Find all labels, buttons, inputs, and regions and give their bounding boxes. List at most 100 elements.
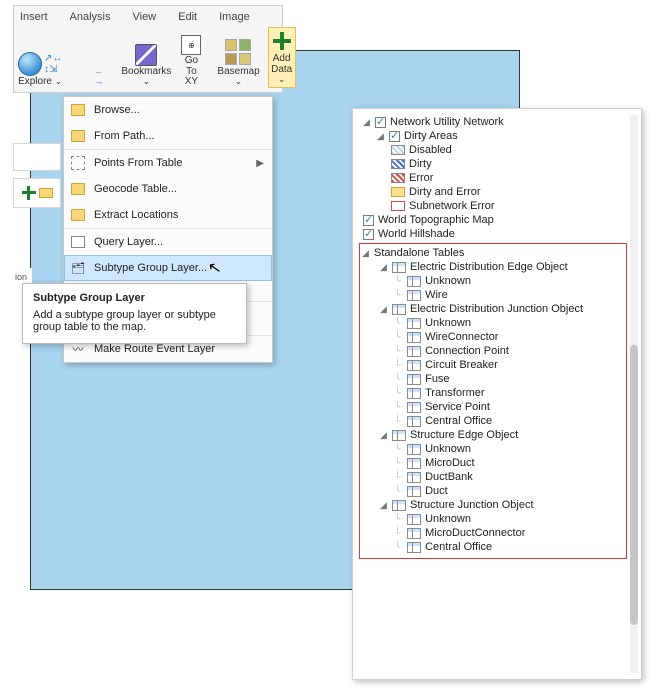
table-icon: [407, 458, 421, 469]
table-item[interactable]: └Transformer: [362, 386, 624, 400]
xy-icon: ⊕: [181, 35, 201, 55]
menu-from-path[interactable]: From Path...: [64, 123, 272, 149]
table-group[interactable]: ◢Electric Distribution Edge Object: [362, 260, 624, 274]
table-icon: [407, 360, 421, 371]
basemap-button[interactable]: Basemap⌄: [215, 38, 261, 88]
tab-view[interactable]: View: [130, 9, 158, 25]
table-item[interactable]: └Fuse: [362, 372, 624, 386]
checkbox[interactable]: [375, 117, 386, 128]
tab-edit[interactable]: Edit: [176, 9, 199, 25]
geocode-icon: [71, 183, 85, 195]
query-icon: [71, 236, 85, 248]
table-icon: [407, 346, 421, 357]
table-icon: [407, 388, 421, 399]
basemap-icon: [224, 38, 254, 66]
table-item[interactable]: └Unknown: [362, 512, 624, 526]
table-group[interactable]: ◢Structure Edge Object: [362, 428, 624, 442]
nav-back-forward[interactable]: ← →: [70, 66, 107, 88]
menu-extract-locations[interactable]: Extract Locations: [64, 202, 272, 228]
table-icon: [392, 262, 406, 273]
sym-disabled[interactable]: Disabled: [359, 143, 627, 157]
sym-dirty-and-error[interactable]: Dirty and Error: [359, 185, 627, 199]
table-group[interactable]: ◢Electric Distribution Junction Object: [362, 302, 624, 316]
folder-icon: [71, 130, 85, 142]
table-group[interactable]: ◢Structure Junction Object: [362, 498, 624, 512]
table-icon: [407, 444, 421, 455]
table-item[interactable]: └MicroDuctConnector: [362, 526, 624, 540]
table-item[interactable]: └Wire: [362, 288, 624, 302]
tooltip-title: Subtype Group Layer: [33, 292, 236, 304]
menu-query-layer[interactable]: Query Layer...: [64, 228, 272, 255]
tab-image[interactable]: Image: [217, 9, 252, 25]
table-icon: [407, 514, 421, 525]
table-item[interactable]: └Connection Point: [362, 344, 624, 358]
layer-world-hillshade[interactable]: World Hillshade: [359, 227, 627, 241]
tooltip: Subtype Group Layer Add a subtype group …: [22, 283, 247, 344]
go-to-xy-button[interactable]: ⊕ GoTo XY: [179, 35, 203, 88]
checkbox[interactable]: [363, 215, 374, 226]
table-icon: [407, 542, 421, 553]
panel-fragment: [13, 143, 61, 171]
checkbox[interactable]: [389, 131, 400, 142]
table-item[interactable]: └DuctBank: [362, 470, 624, 484]
standalone-tables-highlight: ◢Standalone Tables ◢Electric Distributio…: [359, 243, 627, 559]
standalone-tables[interactable]: ◢Standalone Tables: [362, 246, 624, 260]
menu-points-from-table[interactable]: Points From Table▶: [64, 149, 272, 176]
table-icon: [392, 500, 406, 511]
sym-subnetwork-error[interactable]: Subnetwork Error: [359, 199, 627, 213]
bookmarks-button[interactable]: Bookmarks⌄: [119, 44, 173, 88]
swatch-icon: [391, 201, 405, 211]
tab-insert[interactable]: Insert: [18, 9, 50, 25]
plus-icon: [270, 29, 294, 53]
points-icon: [71, 156, 85, 170]
contents-tree[interactable]: ◢Network Utility Network ◢Dirty Areas Di…: [359, 115, 627, 673]
plus-icon: [21, 185, 37, 201]
subtype-icon: 🗂: [70, 260, 86, 276]
table-icon: [407, 528, 421, 539]
sym-dirty[interactable]: Dirty: [359, 157, 627, 171]
table-item[interactable]: └Duct: [362, 484, 624, 498]
submenu-arrow-icon: ▶: [256, 158, 264, 169]
extract-icon: [71, 209, 85, 221]
scrollbar-thumb[interactable]: [630, 345, 638, 625]
panel-fragment-tools: [13, 178, 61, 208]
layer-dirty-areas[interactable]: ◢Dirty Areas: [359, 129, 627, 143]
table-icon: [407, 486, 421, 497]
table-icon: [392, 430, 406, 441]
table-icon: [407, 276, 421, 287]
menu-subtype-group-layer[interactable]: 🗂Subtype Group Layer...: [64, 255, 272, 281]
table-icon: [407, 402, 421, 413]
table-item[interactable]: └Circuit Breaker: [362, 358, 624, 372]
table-item[interactable]: └Central Office: [362, 540, 624, 554]
add-data-button[interactable]: AddData ⌄: [268, 27, 296, 88]
table-item[interactable]: └Unknown: [362, 274, 624, 288]
table-icon: [407, 472, 421, 483]
layer-world-topo[interactable]: World Topographic Map: [359, 213, 627, 227]
sym-error[interactable]: Error: [359, 171, 627, 185]
checkbox[interactable]: [363, 229, 374, 240]
tab-analysis[interactable]: Analysis: [68, 9, 113, 25]
table-item[interactable]: └WireConnector: [362, 330, 624, 344]
table-item[interactable]: └Unknown: [362, 316, 624, 330]
folder-icon: [71, 104, 85, 116]
tag-icon: [39, 188, 53, 198]
table-icon: [407, 290, 421, 301]
table-icon: [407, 332, 421, 343]
ribbon-tabs: Insert Analysis View Edit Image: [14, 6, 282, 25]
swatch-icon: [391, 145, 405, 155]
table-item[interactable]: └Unknown: [362, 442, 624, 456]
contents-panel: ◢Network Utility Network ◢Dirty Areas Di…: [352, 108, 642, 680]
table-item[interactable]: └Service Point: [362, 400, 624, 414]
table-item[interactable]: └MicroDuct: [362, 456, 624, 470]
nav-arrows-icon: ↗↔↕⇲: [44, 53, 62, 75]
layer-network[interactable]: ◢Network Utility Network: [359, 115, 627, 129]
menu-browse[interactable]: Browse...: [64, 97, 272, 123]
bookmark-icon: [135, 44, 157, 66]
explore-button[interactable]: ↗↔↕⇲ Explore ⌄: [16, 52, 64, 88]
scrollbar[interactable]: [630, 115, 638, 673]
menu-geocode-table[interactable]: Geocode Table...: [64, 176, 272, 202]
swatch-icon: [391, 159, 405, 169]
swatch-icon: [391, 187, 405, 197]
table-icon: [392, 304, 406, 315]
table-item[interactable]: └Central Office: [362, 414, 624, 428]
